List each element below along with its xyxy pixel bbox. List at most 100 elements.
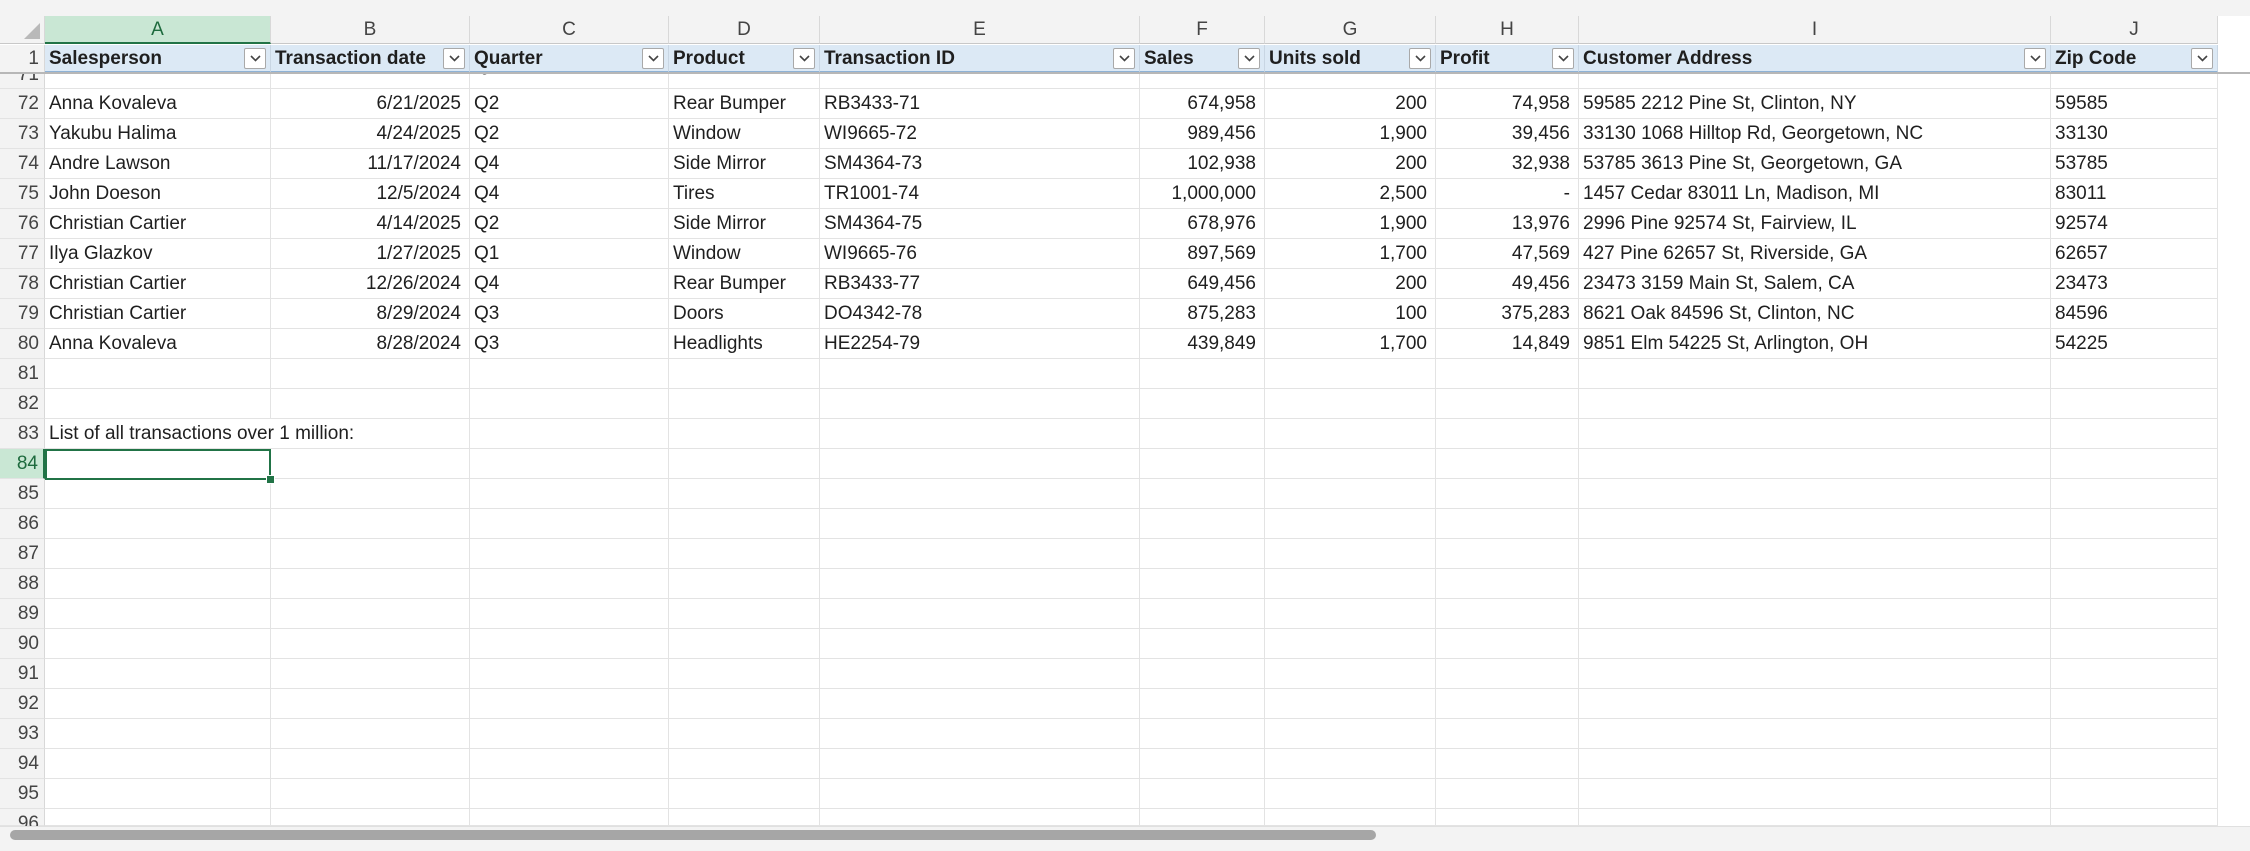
table-header-zip-code[interactable]: Zip Code: [2051, 45, 2218, 73]
cell-d76[interactable]: Side Mirror: [669, 209, 820, 239]
row-header-75[interactable]: 75: [0, 179, 45, 209]
cell-j78[interactable]: 23473: [2051, 269, 2218, 299]
cell-f78[interactable]: 649,456: [1140, 269, 1265, 299]
column-header-e[interactable]: E: [820, 16, 1140, 44]
cell-a77[interactable]: Ilya Glazkov: [45, 239, 271, 269]
cell-e88[interactable]: [820, 569, 1140, 599]
cell-j92[interactable]: [2051, 689, 2218, 719]
cell-c71[interactable]: Q2: [470, 73, 669, 89]
cell-f72[interactable]: 674,958: [1140, 89, 1265, 119]
select-all-corner[interactable]: [0, 16, 45, 44]
cell-i96[interactable]: [1579, 809, 2051, 826]
cell-i74[interactable]: 53785 3613 Pine St, Georgetown, GA: [1579, 149, 2051, 179]
filter-dropdown-button[interactable]: [2024, 48, 2046, 69]
row-header-90[interactable]: 90: [0, 629, 45, 659]
cell-f88[interactable]: [1140, 569, 1265, 599]
cell-i92[interactable]: [1579, 689, 2051, 719]
cell-a75[interactable]: John Doeson: [45, 179, 271, 209]
cell-f82[interactable]: [1140, 389, 1265, 419]
cell-e80[interactable]: HE2254-79: [820, 329, 1140, 359]
cell-h83[interactable]: [1436, 419, 1579, 449]
filter-dropdown-button[interactable]: [1552, 48, 1574, 69]
row-header-84[interactable]: 84: [0, 449, 45, 479]
cell-a87[interactable]: [45, 539, 271, 569]
cell-h90[interactable]: [1436, 629, 1579, 659]
cell-e96[interactable]: [820, 809, 1140, 826]
cell-j90[interactable]: [2051, 629, 2218, 659]
cell-c81[interactable]: [470, 359, 669, 389]
cell-a88[interactable]: [45, 569, 271, 599]
row-header-82[interactable]: 82: [0, 389, 45, 419]
cell-a80[interactable]: Anna Kovaleva: [45, 329, 271, 359]
cell-c85[interactable]: [470, 479, 669, 509]
horizontal-scrollbar-thumb[interactable]: [10, 830, 1376, 840]
cell-e87[interactable]: [820, 539, 1140, 569]
filter-dropdown-button[interactable]: [642, 48, 664, 69]
cell-b87[interactable]: [271, 539, 470, 569]
cell-a74[interactable]: Andre Lawson: [45, 149, 271, 179]
cell-d71[interactable]: Doors: [669, 73, 820, 89]
cell-g92[interactable]: [1265, 689, 1436, 719]
fill-handle[interactable]: [266, 475, 275, 484]
cell-f94[interactable]: [1140, 749, 1265, 779]
cell-j77[interactable]: 62657: [2051, 239, 2218, 269]
table-header-product[interactable]: Product: [669, 45, 820, 73]
cell-h84[interactable]: [1436, 449, 1579, 479]
cell-e82[interactable]: [820, 389, 1140, 419]
cell-c88[interactable]: [470, 569, 669, 599]
cell-g91[interactable]: [1265, 659, 1436, 689]
cell-e78[interactable]: RB3433-77: [820, 269, 1140, 299]
cell-e84[interactable]: [820, 449, 1140, 479]
column-header-f[interactable]: F: [1140, 16, 1265, 44]
cell-f76[interactable]: 678,976: [1140, 209, 1265, 239]
row-header-1[interactable]: 1: [0, 45, 45, 73]
cell-f80[interactable]: 439,849: [1140, 329, 1265, 359]
cell-a95[interactable]: [45, 779, 271, 809]
cell-f95[interactable]: [1140, 779, 1265, 809]
row-header-71[interactable]: 71: [0, 65, 45, 89]
cell-d81[interactable]: [669, 359, 820, 389]
cell-c79[interactable]: Q3: [470, 299, 669, 329]
cell-d79[interactable]: Doors: [669, 299, 820, 329]
cell-c94[interactable]: [470, 749, 669, 779]
cell-d77[interactable]: Window: [669, 239, 820, 269]
cell-c84[interactable]: [470, 449, 669, 479]
cell-i71[interactable]: 41424 6982 Main St, Riverside, PA: [1579, 73, 2051, 89]
cell-f79[interactable]: 875,283: [1140, 299, 1265, 329]
cell-c86[interactable]: [470, 509, 669, 539]
cell-b75[interactable]: 12/5/2024: [271, 179, 470, 209]
cell-h87[interactable]: [1436, 539, 1579, 569]
cell-g89[interactable]: [1265, 599, 1436, 629]
cell-j72[interactable]: 59585: [2051, 89, 2218, 119]
cell-e79[interactable]: DO4342-78: [820, 299, 1140, 329]
cell-c89[interactable]: [470, 599, 669, 629]
cell-f85[interactable]: [1140, 479, 1265, 509]
cell-a89[interactable]: [45, 599, 271, 629]
cell-i75[interactable]: 1457 Cedar 83011 Ln, Madison, MI: [1579, 179, 2051, 209]
cell-j79[interactable]: 84596: [2051, 299, 2218, 329]
row-header-88[interactable]: 88: [0, 569, 45, 599]
table-header-units-sold[interactable]: Units sold: [1265, 45, 1436, 73]
row-header-96[interactable]: 96: [0, 809, 45, 834]
cell-g76[interactable]: 1,900: [1265, 209, 1436, 239]
cell-h86[interactable]: [1436, 509, 1579, 539]
cell-g87[interactable]: [1265, 539, 1436, 569]
cell-c96[interactable]: [470, 809, 669, 826]
cell-i79[interactable]: 8621 Oak 84596 St, Clinton, NC: [1579, 299, 2051, 329]
filter-dropdown-button[interactable]: [1113, 48, 1135, 69]
cell-h91[interactable]: [1436, 659, 1579, 689]
row-header-93[interactable]: 93: [0, 719, 45, 749]
cell-e77[interactable]: WI9665-76: [820, 239, 1140, 269]
cell-c90[interactable]: [470, 629, 669, 659]
cell-h81[interactable]: [1436, 359, 1579, 389]
column-header-g[interactable]: G: [1265, 16, 1436, 44]
cell-b74[interactable]: 11/17/2024: [271, 149, 470, 179]
table-header-transaction-id[interactable]: Transaction ID: [820, 45, 1140, 73]
cell-d93[interactable]: [669, 719, 820, 749]
cell-d73[interactable]: Window: [669, 119, 820, 149]
cell-d92[interactable]: [669, 689, 820, 719]
cell-c75[interactable]: Q4: [470, 179, 669, 209]
cell-b76[interactable]: 4/14/2025: [271, 209, 470, 239]
row-header-94[interactable]: 94: [0, 749, 45, 779]
cell-c91[interactable]: [470, 659, 669, 689]
